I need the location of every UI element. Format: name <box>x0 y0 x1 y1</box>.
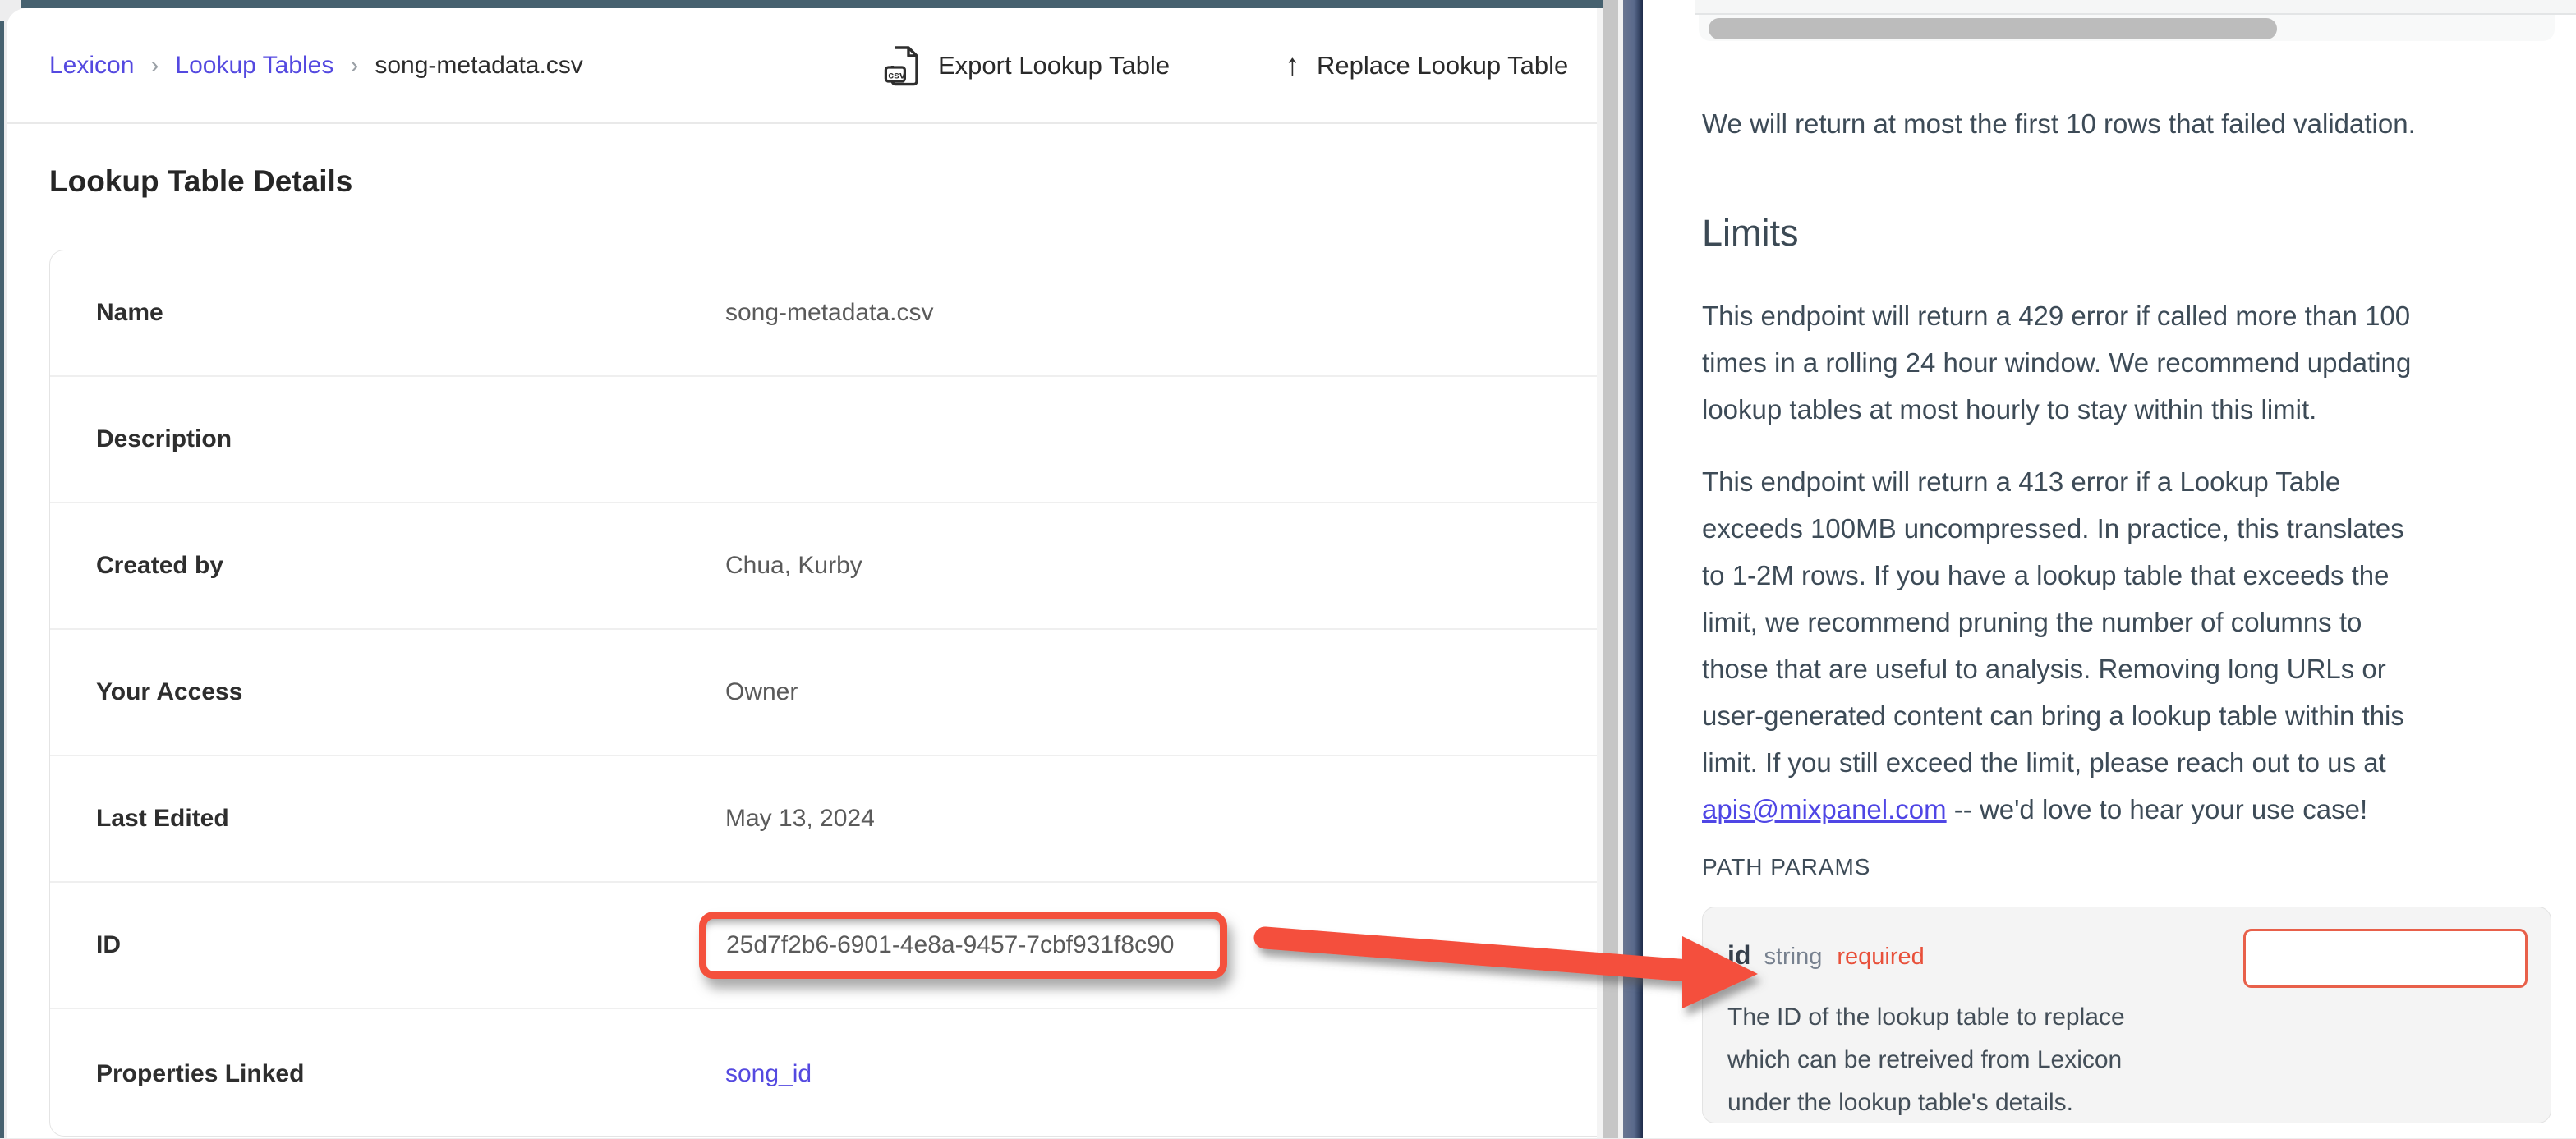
replace-lookup-table-button[interactable]: ↑ Replace Lookup Table <box>1285 41 1597 90</box>
row-value: Chua, Kurby <box>725 552 862 580</box>
table-row-created-by: Created by Chua, Kurby <box>50 503 1597 630</box>
left-window-scrollbar-track <box>1597 8 1603 1138</box>
table-row-last-edited: Last Edited May 13, 2024 <box>50 756 1597 883</box>
csv-file-icon: csv <box>884 44 922 87</box>
docs-top-strip <box>1695 0 2576 15</box>
param-description: The ID of the lookup table to replace wh… <box>1727 996 2253 1124</box>
table-row-id: ID 25d7f2b6-6901-4e8a-9457-7cbf931f8c90 <box>50 883 1597 1009</box>
row-label: Properties Linked <box>96 1060 304 1088</box>
window-top-edge <box>21 0 1643 8</box>
row-value: song-metadata.csv <box>725 299 933 327</box>
row-label: Created by <box>96 552 223 580</box>
id-param-card: id string required The ID of the lookup … <box>1702 907 2551 1123</box>
export-lookup-table-button[interactable]: csv Export Lookup Table <box>884 41 1170 90</box>
breadcrumb: Lexicon › Lookup Tables › song-metadata.… <box>49 46 583 85</box>
row-value: May 13, 2024 <box>725 805 875 833</box>
page-title: Lookup Table Details <box>49 164 352 199</box>
row-label: Name <box>96 299 163 327</box>
header-divider <box>7 122 1597 124</box>
limits-paragraph-413: This endpoint will return a 413 error if… <box>1702 458 2573 833</box>
row-label: ID <box>96 931 121 959</box>
lookup-table-id-value: 25d7f2b6-6901-4e8a-9457-7cbf931f8c90 <box>726 931 1174 958</box>
limits-heading: Limits <box>1702 212 1799 255</box>
replace-button-label: Replace Lookup Table <box>1317 51 1568 80</box>
apis-mixpanel-email-link[interactable]: apis@mixpanel.com <box>1702 794 1947 824</box>
breadcrumb-separator-icon: › <box>350 52 358 80</box>
docs-intro-text: We will return at most the first 10 rows… <box>1702 100 2573 147</box>
breadcrumb-lookup-tables-link[interactable]: Lookup Tables <box>175 52 334 80</box>
docs-horizontal-scrollbar-thumb[interactable] <box>1709 18 2277 39</box>
limits-paragraph-429: This endpoint will return a 429 error if… <box>1702 292 2573 433</box>
row-label: Last Edited <box>96 805 229 833</box>
table-row-your-access: Your Access Owner <box>50 630 1597 756</box>
window-split-bar <box>1623 0 1643 1138</box>
param-required-badge: required <box>1837 944 1924 971</box>
breadcrumb-lexicon-link[interactable]: Lexicon <box>49 52 134 80</box>
param-type: string <box>1764 944 1822 971</box>
param-name: id <box>1727 940 1750 971</box>
left-window-scrollbar-thumb[interactable] <box>1603 0 1618 1138</box>
breadcrumb-separator-icon: › <box>150 52 159 80</box>
song-id-property-link[interactable]: song_id <box>725 1060 812 1088</box>
table-row-properties-linked: Properties Linked song_id <box>50 1009 1597 1139</box>
path-params-section-label: PATH PARAMS <box>1702 854 1870 880</box>
upload-arrow-icon: ↑ <box>1285 50 1300 81</box>
id-param-input[interactable] <box>2243 929 2528 988</box>
window-left-edge <box>0 21 4 1138</box>
lexicon-window: Lexicon › Lookup Tables › song-metadata.… <box>7 8 1597 1138</box>
id-value-highlight-box: 25d7f2b6-6901-4e8a-9457-7cbf931f8c90 <box>699 912 1227 979</box>
table-row-description: Description <box>50 377 1597 503</box>
table-row-name: Name song-metadata.csv <box>50 250 1597 377</box>
paragraph-text: This endpoint will return a 413 error if… <box>1702 466 2404 778</box>
export-button-label: Export Lookup Table <box>938 51 1170 80</box>
paragraph-text: -- we'd love to hear your use case! <box>1947 794 2368 824</box>
row-value: Owner <box>725 678 798 706</box>
svg-text:csv: csv <box>888 70 905 81</box>
param-header: id string required <box>1727 940 1925 971</box>
lookup-table-details-card: Name song-metadata.csv Description Creat… <box>49 250 1597 1137</box>
breadcrumb-current-file: song-metadata.csv <box>375 52 582 80</box>
row-label: Your Access <box>96 678 242 706</box>
row-label: Description <box>96 425 232 453</box>
